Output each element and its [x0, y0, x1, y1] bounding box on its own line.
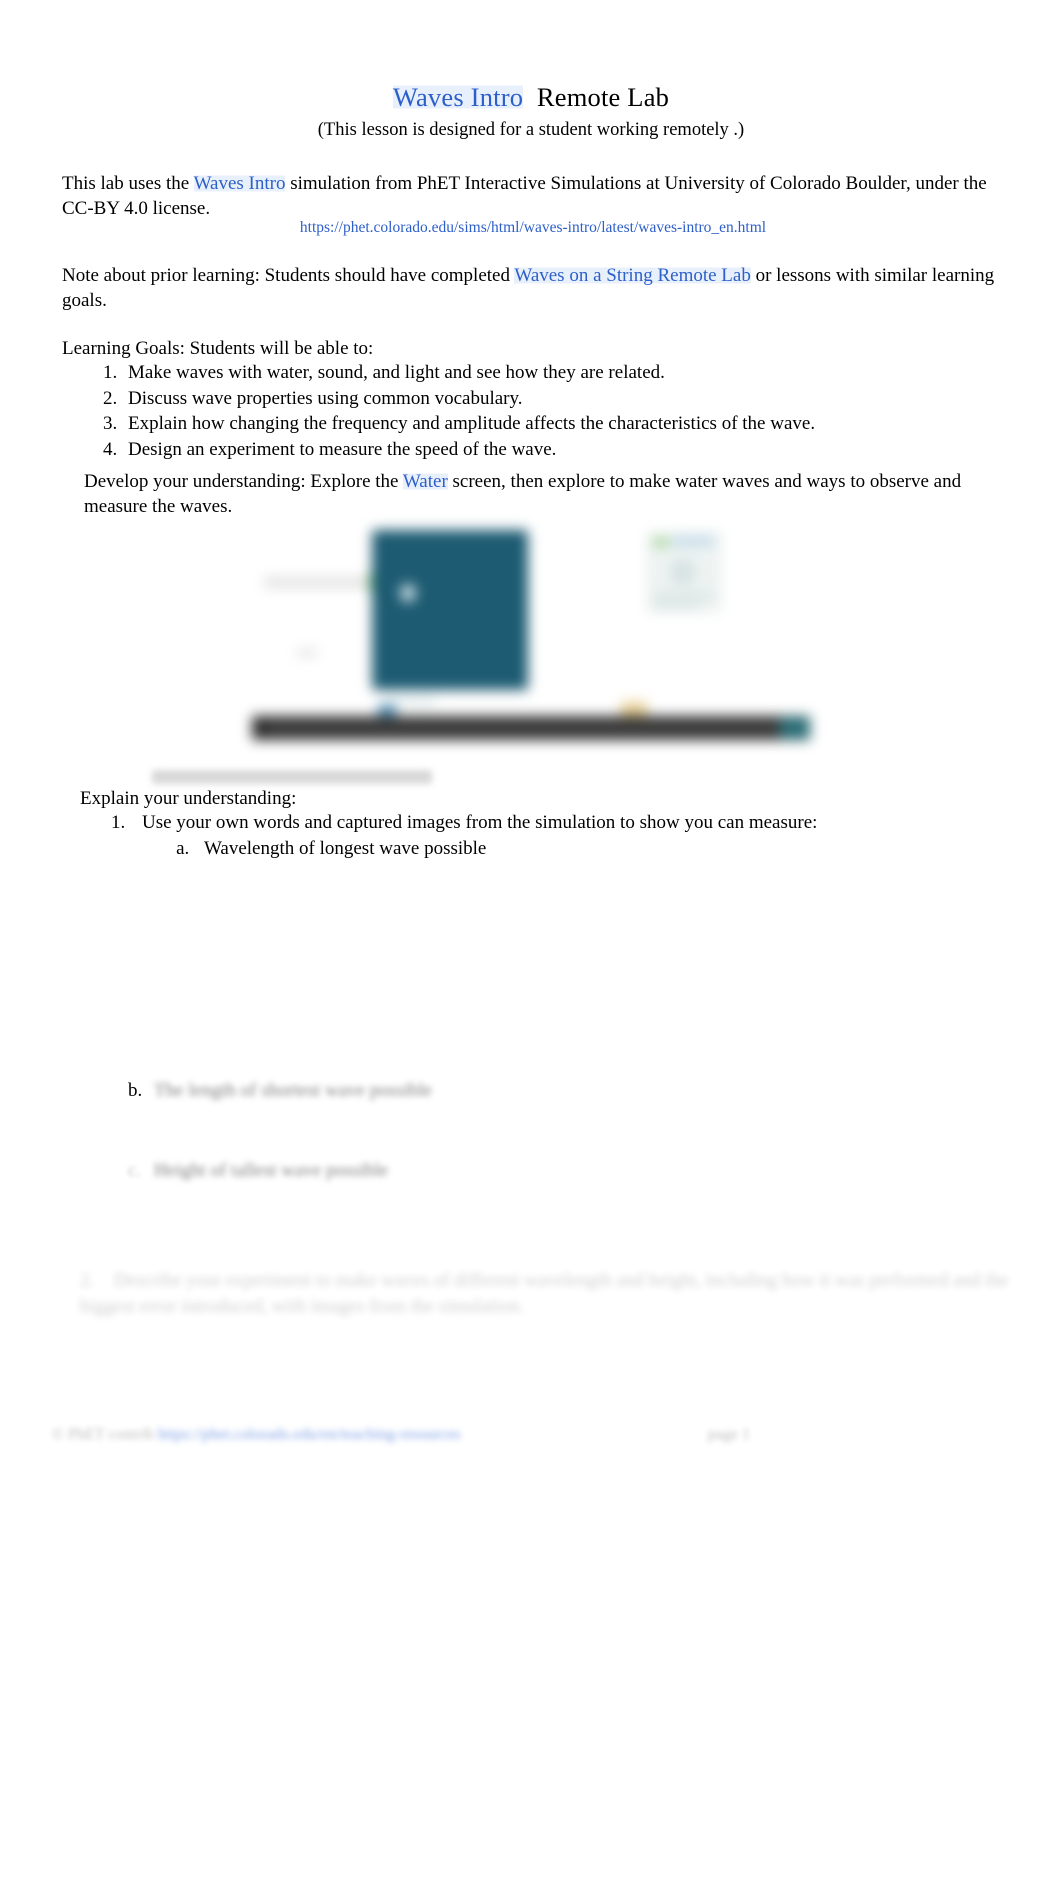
page-subtitle: (This lesson is designed for a student w… [317, 120, 745, 140]
title-rest: Remote Lab [536, 82, 670, 112]
footer-page-number: page 1 [707, 1426, 750, 1443]
footer-left: © PhET contrib https://phet.colorado.edu… [52, 1425, 461, 1446]
page-title: Waves Intro Remote Lab [0, 82, 1062, 112]
title-spacer [523, 82, 537, 112]
explain-understanding-heading: Explain your understanding: [80, 788, 297, 809]
sim-toolbar-corner-icon [780, 717, 810, 739]
sim-left-tick-mark [297, 650, 317, 656]
explain-item-1b-row: b. The length of shortest wave possible [128, 1078, 828, 1104]
sim-panel-dial-icon [670, 559, 696, 585]
simulation-screenshot-canvas [252, 520, 810, 770]
explain-understanding-list: Use your own words and captured images f… [80, 810, 1022, 861]
footer-link[interactable]: https://phet.colorado.edu/en/teaching-re… [158, 1426, 461, 1443]
explain-item-1b-text: The length of shortest wave possible [154, 1080, 433, 1101]
explain-item-1b-marker: b. [128, 1080, 143, 1101]
learning-goals-list: Make waves with water, sound, and light … [62, 360, 1004, 462]
title-link-waves-intro[interactable]: Waves Intro [392, 82, 524, 112]
intro-paragraph: This lab uses the Waves Intro simulation… [62, 172, 1004, 221]
footer-credit: © PhET contrib [52, 1426, 154, 1443]
learning-goal-item: Discuss wave properties using common voc… [122, 386, 1004, 412]
explain-item-2-text: Describe your experiment to make waves o… [80, 1270, 1009, 1317]
develop-label: Develop your understanding: [84, 471, 306, 492]
prior-learning-label: Note about prior learning: [62, 265, 260, 286]
develop-understanding-paragraph: Develop your understanding: Explore the … [84, 470, 1014, 519]
sim-water-view [372, 530, 528, 690]
simulation-screenshot-figure [252, 520, 810, 770]
prior-learning-before-link: Students should have completed [259, 265, 515, 286]
intro-link-waves-intro[interactable]: Waves Intro [193, 173, 286, 194]
explain-item-1c-marker: c. [128, 1160, 142, 1181]
explain-item-2-marker: 2. [80, 1270, 95, 1291]
sim-panel-green-chip [653, 538, 669, 547]
sim-slider-track [264, 577, 379, 588]
sim-panel-line [654, 593, 714, 598]
learning-goal-item: Explain how changing the frequency and a… [122, 411, 1004, 437]
sim-toolbar-text-strip [268, 721, 788, 735]
redacted-answer-line [152, 770, 432, 784]
explain-item-1c-text: Height of tallest wave possible [154, 1160, 389, 1181]
explain-item-1: Use your own words and captured images f… [130, 810, 1022, 861]
sim-panel-blue-chip [672, 537, 714, 545]
develop-before-link: Explore the [305, 471, 403, 492]
learning-goal-item: Design an experiment to measure the spee… [122, 437, 1004, 463]
explain-item-1a: Wavelength of longest wave possible [194, 836, 1022, 862]
prior-learning-note: Note about prior learning: Students shou… [62, 264, 1012, 313]
explain-item-1c-row: c. Height of tallest wave possible [128, 1158, 828, 1184]
sim-panel-line [654, 603, 700, 608]
intro-before-link: This lab uses the [62, 173, 194, 194]
explain-item-2-row: 2. Describe your experiment to make waves… [80, 1268, 1020, 1319]
learning-goals-heading: Learning Goals: Students will be able to… [62, 338, 374, 359]
prior-learning-link[interactable]: Waves on a String Remote Lab [514, 265, 751, 286]
document-page: Waves Intro Remote Lab (This lesson is d… [0, 0, 1062, 1880]
develop-link-water[interactable]: Water [402, 471, 448, 492]
sim-faucet-icon [400, 584, 416, 602]
simulation-url-link[interactable]: https://phet.colorado.edu/sims/html/wave… [62, 218, 1004, 238]
sim-control-panel [647, 532, 721, 612]
sim-play-button-icon [378, 705, 396, 716]
explain-item-1-text: Use your own words and captured images f… [142, 812, 818, 833]
learning-goal-item: Make waves with water, sound, and light … [122, 360, 1004, 386]
